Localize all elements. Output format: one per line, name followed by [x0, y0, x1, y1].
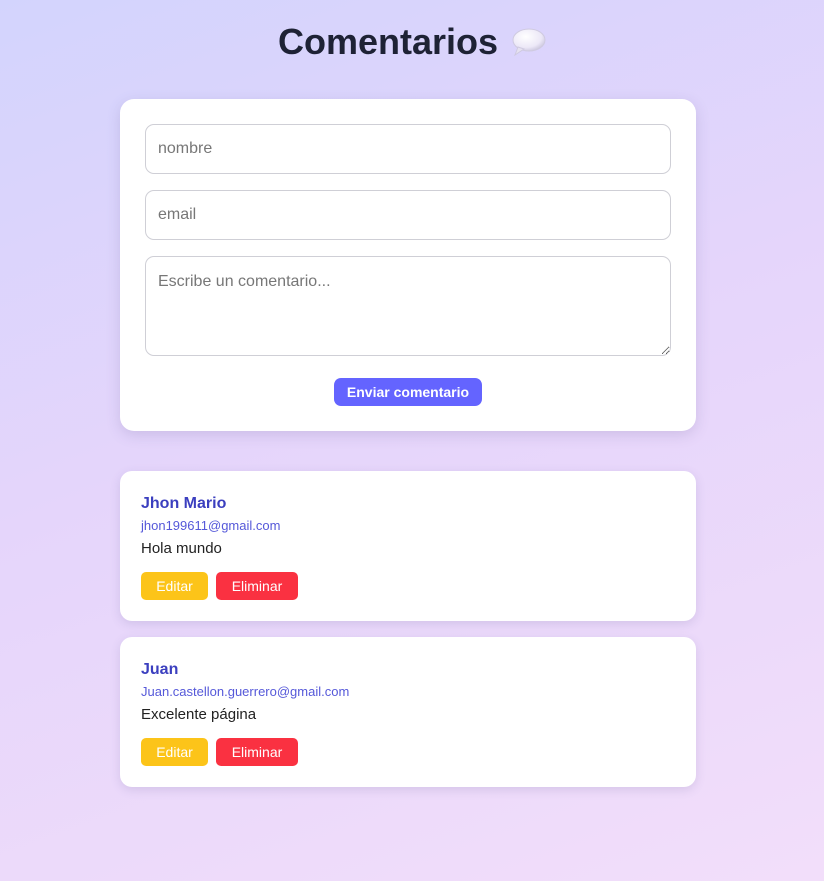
comment-author-email: jhon199611@gmail.com	[141, 518, 281, 533]
page-title: Comentarios	[0, 18, 824, 66]
delete-button[interactable]: Eliminar	[216, 738, 298, 766]
page-title-text: Comentarios	[277, 21, 499, 62]
comment-textarea[interactable]	[145, 256, 671, 356]
submit-comment-button[interactable]: Enviar comentario	[334, 378, 482, 406]
comment-author-name: Juan	[141, 661, 179, 678]
edit-button[interactable]: Editar	[141, 572, 208, 600]
comment-author-name: Jhon Mario	[141, 495, 227, 512]
email-input[interactable]	[145, 190, 671, 240]
comment-form: Enviar comentario	[120, 99, 696, 431]
edit-button[interactable]: Editar	[141, 738, 208, 766]
comment-text: Hola mundo	[141, 540, 222, 557]
comment-card: Juan Juan.castellon.guerrero@gmail.com E…	[120, 637, 696, 787]
name-input[interactable]	[145, 124, 671, 174]
comment-card: Jhon Mario jhon199611@gmail.com Hola mun…	[120, 471, 696, 621]
delete-button[interactable]: Eliminar	[216, 572, 298, 600]
comment-text: Excelente página	[141, 706, 257, 723]
comment-author-email: Juan.castellon.guerrero@gmail.com	[141, 684, 350, 699]
speech-bubble-icon	[512, 20, 546, 57]
